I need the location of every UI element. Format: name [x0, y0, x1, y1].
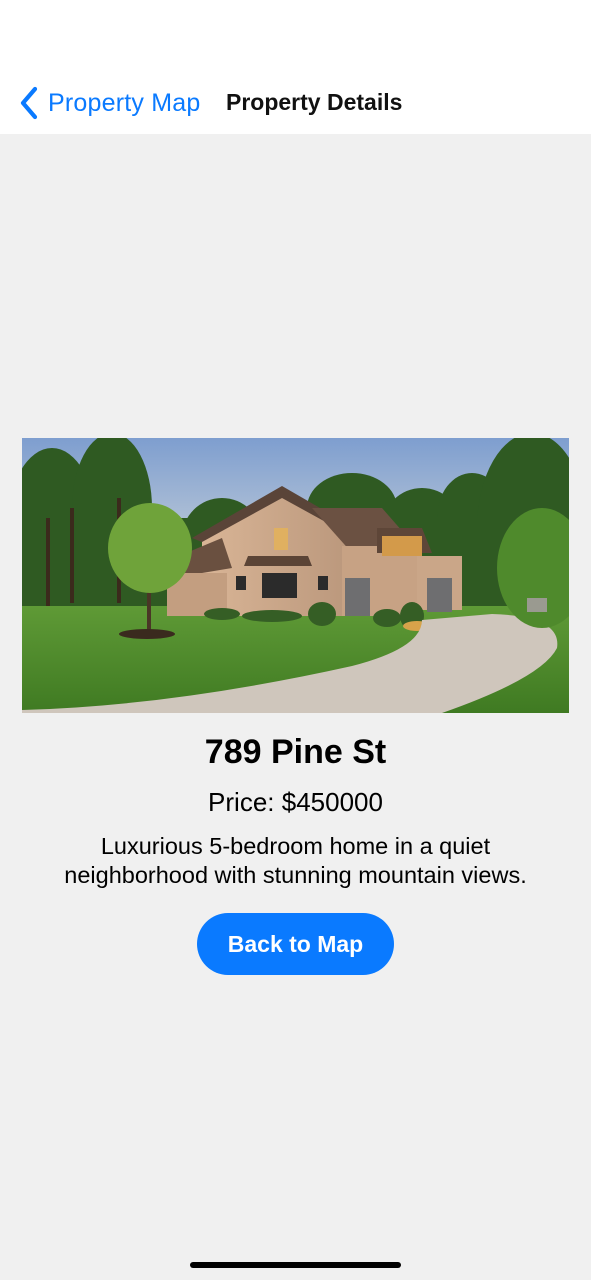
property-photo — [22, 438, 569, 713]
property-price: Price: $450000 — [208, 787, 383, 817]
property-address: 789 Pine St — [204, 733, 387, 771]
property-description: Luxurious 5-bedroom home in a quiet neig… — [64, 833, 527, 888]
navigation-bar: Property Map Property Details — [0, 0, 591, 134]
back-to-map-button[interactable]: Back to Map — [197, 913, 394, 975]
chevron-left-icon — [14, 84, 44, 122]
page-title: Property Details — [226, 89, 403, 115]
home-indicator[interactable] — [190, 1262, 401, 1268]
back-button-label: Property Map — [48, 88, 201, 117]
property-details-screen: Property Map Property Details 789 Pine S… — [0, 0, 591, 1280]
back-button[interactable]: Property Map — [14, 84, 200, 122]
